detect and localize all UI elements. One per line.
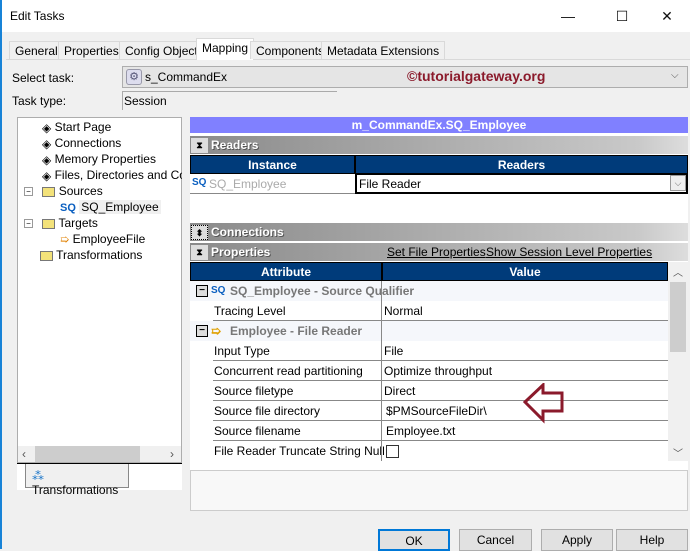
cancel-button[interactable]: Cancel [459,529,532,551]
minimize-button[interactable]: — [548,4,588,28]
ok-button[interactable]: OK [378,529,450,551]
tree-item-files-directories[interactable]: ◈ Files, Directories and Commands [42,167,182,183]
tree-item-transformations[interactable]: Transformations [40,247,142,263]
collapse-toggle-icon[interactable]: ⧗ [191,245,208,260]
maximize-button[interactable]: ☐ [602,4,642,28]
diamond-icon: ◈ [42,136,52,151]
reader-type-dropdown[interactable]: File Reader ⌵ [355,174,688,194]
close-button[interactable]: ✕ [647,4,687,28]
scroll-down-icon[interactable]: ﹀ [673,445,683,460]
mapping-properties-panel: m_CommandEx.SQ_Employee ⧗ Readers Instanc… [190,117,688,511]
collapse-icon[interactable]: − [196,325,208,337]
show-session-level-properties-link[interactable]: Show Session Level Properties [486,243,652,261]
transformations-icon: ⁂ [32,469,44,483]
tab-properties[interactable]: Properties [58,41,125,59]
source-qualifier-icon: SQ [192,177,207,188]
source-qualifier-icon: SQ [211,285,226,296]
column-divider [381,281,382,461]
table-row[interactable]: File Reader Truncate String Null [213,441,668,461]
diamond-icon: ◈ [42,168,52,183]
group-source-qualifier: − SQ SQ_Employee - Source Qualifier [190,281,668,301]
description-area [190,470,688,511]
folder-icon [40,250,53,261]
chevron-down-icon: ⌵ [671,70,679,81]
table-row[interactable]: Source filetype Direct [213,381,668,401]
table-row[interactable]: Source file directory $PMSourceFileDir\ [213,401,668,421]
tab-metadata-extensions[interactable]: Metadata Extensions [321,41,446,59]
collapse-icon[interactable]: − [24,219,33,229]
collapse-icon[interactable]: − [24,187,33,197]
scrollbar-thumb[interactable] [670,282,686,352]
properties-vertical-scrollbar[interactable]: ︿ ﹀ [668,262,688,461]
readers-section-header: ⧗ Readers [190,136,688,154]
folder-icon [42,186,56,197]
expand-toggle-icon[interactable]: ⬍ [191,225,208,240]
source-qualifier-icon: SQ [60,201,76,214]
truncate-null-checkbox[interactable] [386,445,399,458]
table-row[interactable]: Source filename Employee.txt [213,421,668,441]
tree-horizontal-scrollbar[interactable]: ‹ › [18,446,181,462]
file-reader-icon: ➯ [211,324,222,338]
folder-icon [42,218,56,229]
tab-components[interactable]: Components [250,41,331,59]
collapse-icon[interactable]: − [196,285,208,297]
tab-transformations[interactable]: ⁂ Transformations [25,464,129,497]
help-button[interactable]: Help [616,529,688,551]
window-title: Edit Tasks [10,9,65,23]
set-file-properties-link[interactable]: Set File Properties [387,243,486,261]
scroll-left-icon[interactable]: ‹ [22,447,26,461]
scrollbar-thumb[interactable] [35,446,140,462]
tree-item-sources[interactable]: − Sources [24,183,103,199]
select-task-dropdown[interactable]: ⚙ s_CommandEx ©tutorialgateway.org ⌵ [122,66,688,88]
diamond-icon: ◈ [42,120,52,135]
navigation-tree: ◈ Start Page ◈ Connections ◈ Memory Prop… [17,117,182,463]
table-row[interactable]: Concurrent read partitioning Optimize thr… [213,361,668,381]
tree-item-connections[interactable]: ◈ Connections [42,135,121,151]
tree-item-start-page[interactable]: ◈ Start Page [42,119,111,135]
scroll-right-icon[interactable]: › [170,447,174,461]
tab-general[interactable]: General [9,41,64,59]
table-row[interactable]: Tracing Level Normal [213,301,668,321]
select-task-label: Select task: [12,71,75,85]
reader-instance-cell: SQ SQ_Employee [190,174,355,194]
title-bar: Edit Tasks — ☐ ✕ [2,0,690,32]
tree-item-memory-properties[interactable]: ◈ Memory Properties [42,151,156,167]
chevron-down-icon[interactable]: ⌵ [670,175,686,191]
scroll-up-icon[interactable]: ︿ [673,264,683,279]
tab-mapping[interactable]: Mapping [196,38,255,60]
collapse-toggle-icon[interactable]: ⧗ [191,138,208,153]
properties-section-header: ⧗ Properties Set File Properties Show Ses… [190,243,688,261]
select-task-value: s_CommandEx [145,70,228,84]
task-type-field: Session [122,91,337,110]
value-column-header: Value [382,262,668,281]
readers-column-header: Readers [355,155,688,174]
instance-column-header: Instance [190,155,355,174]
table-row[interactable]: Input Type File [213,341,668,361]
tree-item-targets[interactable]: − Targets [24,215,98,231]
annotation-arrow-icon [523,383,564,424]
connections-section-header: ⬍ Connections [190,223,688,241]
window-border [0,0,2,549]
apply-button[interactable]: Apply [541,529,613,551]
tree-item-employeefile[interactable]: ➯ EmployeeFile [60,231,145,247]
tab-config-object[interactable]: Config Object [119,41,204,59]
target-file-icon: ➯ [60,233,70,246]
watermark: ©tutorialgateway.org [407,68,546,84]
tree-item-sq-employee[interactable]: SQ SQ_Employee [60,199,161,215]
task-type-label: Task type: [12,94,67,108]
group-file-reader: − ➯ Employee - File Reader [190,321,668,341]
diamond-icon: ◈ [42,152,52,167]
session-gear-icon: ⚙ [126,69,142,85]
mapping-title: m_CommandEx.SQ_Employee [190,117,688,133]
attribute-column-header: Attribute [190,262,382,281]
